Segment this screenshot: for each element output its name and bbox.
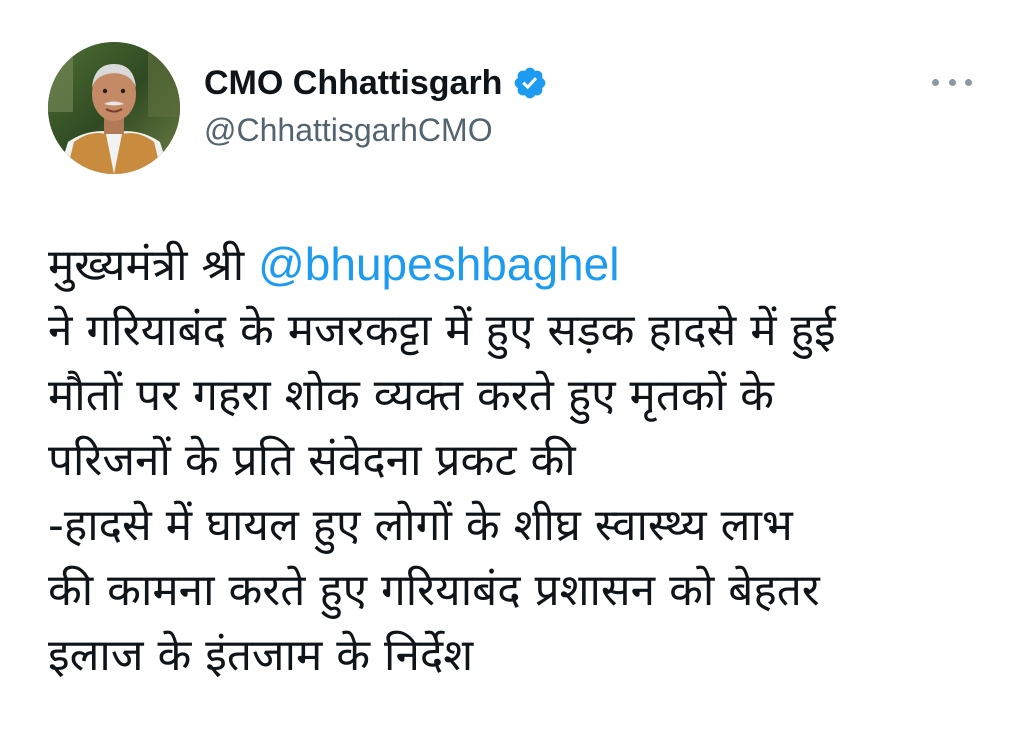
more-options-icon[interactable]	[932, 70, 972, 94]
avatar-image	[48, 42, 180, 174]
tweet-text-line: इलाज के इंतजाम के निर्देश	[48, 630, 474, 681]
tweet-text-line: मुख्यमंत्री श्री @bhupeshbaghel	[48, 232, 988, 298]
tweet-text-line: परिजनों के प्रति संवेदना प्रकट की	[48, 435, 576, 486]
tweet-text-line: ने गरियाबंद के मजरकट्टा में हुए सड़क हाद…	[48, 305, 836, 356]
more-dot	[948, 78, 956, 86]
tweet-text: मुख्यमंत्री श्री @bhupeshbaghel ने गरिया…	[48, 232, 988, 688]
mention-link[interactable]: @bhupeshbaghel	[258, 238, 619, 290]
tweet-text-line: मौतों पर गहरा शोक व्यक्त करते हुए मृतकों…	[48, 370, 774, 421]
author-names: CMO Chhattisgarh @ChhattisgarhCMO	[204, 62, 548, 150]
tweet-text-line: की कामना करते हुए गरियाबंद प्रशासन को बे…	[48, 565, 820, 616]
more-dot	[932, 78, 939, 86]
display-name[interactable]: CMO Chhattisgarh	[204, 62, 502, 104]
tweet-text-line: -हादसे में घायल हुए लोगों के शीघ्र स्वास…	[48, 500, 793, 551]
tweet-text-prefix: मुख्यमंत्री श्री	[48, 240, 259, 291]
tweet-header: CMO Chhattisgarh @ChhattisgarhCMO	[48, 42, 984, 174]
avatar[interactable]	[48, 42, 180, 174]
more-dot	[965, 78, 972, 86]
tweet-card: CMO Chhattisgarh @ChhattisgarhCMO मुख्यम…	[0, 0, 1024, 743]
author-handle[interactable]: @ChhattisgarhCMO	[204, 110, 548, 150]
display-name-row: CMO Chhattisgarh	[204, 62, 548, 104]
verified-badge-icon	[512, 65, 548, 101]
